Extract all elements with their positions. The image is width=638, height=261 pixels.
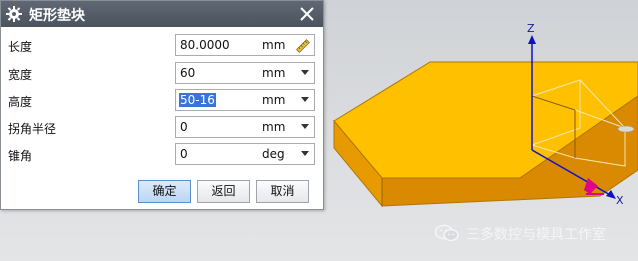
chevron-down-icon[interactable] (301, 70, 309, 75)
dialog-titlebar[interactable]: 矩形垫块 (1, 1, 323, 27)
corner-radius-label: 拐角半径 (8, 122, 57, 136)
length-field[interactable]: 80.0000 mm (175, 34, 315, 56)
ok-button[interactable]: 确定 (138, 180, 191, 203)
length-value[interactable]: 80.0000 (180, 38, 230, 52)
height-unit: mm (262, 93, 286, 107)
width-value[interactable]: 60 (180, 66, 195, 80)
corner-radius-value[interactable]: 0 (180, 120, 188, 134)
cancel-button[interactable]: 取消 (256, 180, 309, 203)
chevron-down-icon[interactable] (301, 151, 309, 156)
z-axis-label: Z (527, 22, 535, 35)
taper-angle-value[interactable]: 0 (180, 147, 188, 161)
taper-angle-field[interactable]: 0 deg (175, 143, 315, 165)
taper-angle-row: 锥角 0 deg (1, 143, 323, 167)
wechat-icon (434, 224, 459, 242)
width-field[interactable]: 60 mm (175, 62, 315, 84)
back-button[interactable]: 返回 (197, 180, 250, 203)
rectangular-pad-dialog: 矩形垫块 长度 80.0000 mm 宽度 60 mm 高度 50-16 mm … (0, 0, 324, 210)
corner-radius-field[interactable]: 0 mm (175, 116, 315, 138)
chevron-down-icon[interactable] (301, 97, 309, 102)
watermark-text: 三多数控与模具工作室 (466, 227, 606, 243)
width-label: 宽度 (8, 68, 33, 82)
corner-radius-row: 拐角半径 0 mm (1, 116, 323, 140)
height-row: 高度 50-16 mm (1, 89, 323, 113)
chevron-down-icon[interactable] (301, 124, 309, 129)
close-icon[interactable] (297, 4, 317, 24)
height-label: 高度 (8, 95, 33, 109)
ruler-icon[interactable] (296, 39, 310, 53)
height-field[interactable]: 50-16 mm (175, 89, 315, 111)
width-row: 宽度 60 mm (1, 62, 323, 86)
length-row: 长度 80.0000 mm (1, 34, 323, 58)
length-label: 长度 (8, 40, 33, 54)
z-axis-arrow (528, 35, 536, 44)
length-unit: mm (262, 38, 286, 52)
width-unit: mm (262, 66, 286, 80)
x-axis-label: X (616, 194, 624, 207)
height-value[interactable]: 50-16 (179, 93, 216, 107)
taper-angle-unit: deg (262, 147, 285, 161)
corner-radius-unit: mm (262, 120, 286, 134)
dialog-title: 矩形垫块 (29, 8, 85, 24)
taper-angle-label: 锥角 (8, 149, 33, 163)
gear-icon (6, 6, 22, 22)
drag-handle[interactable] (617, 125, 635, 133)
